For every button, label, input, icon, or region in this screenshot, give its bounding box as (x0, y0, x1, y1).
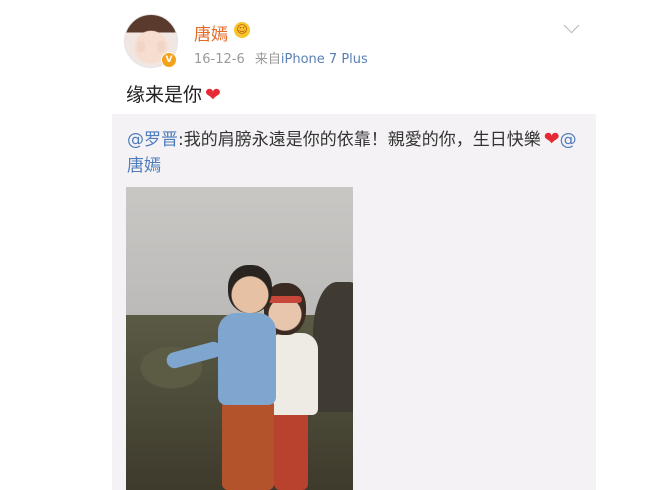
repost-author-mention[interactable]: @罗晋 (127, 130, 178, 150)
photo-girl-legs (274, 409, 308, 490)
post-source-prefix: 来自 (254, 52, 281, 67)
photo-boy-head (228, 265, 272, 313)
photo-boy-legs (222, 399, 274, 490)
photo-girl-headband (268, 296, 302, 303)
post-device[interactable]: iPhone 7 Plus (281, 52, 368, 67)
repost-text: @罗晋:我的肩膀永遠是你的依靠！親愛的你，生日快樂 ❤@唐嫣 (127, 126, 577, 179)
crown-icon: ☺ (234, 22, 250, 38)
photo-boy-body (218, 313, 276, 405)
avatar-hand-left (137, 41, 145, 53)
post-text: 缘来是你 ❤ (126, 80, 221, 107)
username[interactable]: 唐嫣 (194, 20, 228, 45)
verified-icon: V (161, 52, 177, 68)
chevron-down-icon[interactable] (563, 17, 580, 34)
post-date: 16-12-6 (194, 52, 245, 67)
post-meta: 16-12-6 来自iPhone 7 Plus (194, 48, 368, 67)
repost-photo[interactable] (126, 187, 353, 490)
repost-text-content: :我的肩膀永遠是你的依靠！親愛的你，生日快樂 (178, 130, 541, 150)
heart-icon: ❤ (205, 84, 221, 106)
photo-hill (313, 282, 353, 412)
avatar-hand-right (157, 41, 165, 53)
heart-icon: ❤ (543, 128, 560, 150)
post-text-content: 缘来是你 (126, 84, 203, 106)
